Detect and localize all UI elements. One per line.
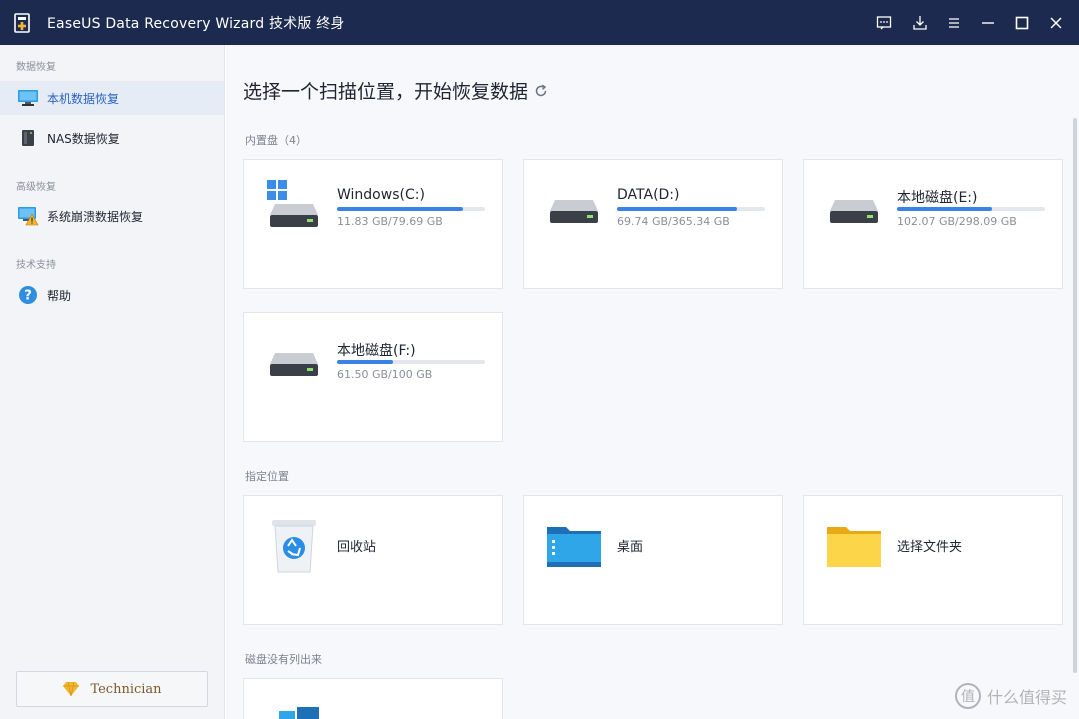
minimize-icon[interactable] [971,0,1005,45]
monitor-icon [17,88,39,108]
location-name: 桌面 [617,540,644,555]
sidebar: 数据恢复 本机数据恢复 NAS数据恢复 高级恢复 系统崩溃数据恢复 技术支持 ?… [0,45,225,719]
svg-text:?: ? [24,289,32,304]
drive-card-e[interactable]: 本地磁盘(E:) 102.07 GB/298.09 GB [803,159,1063,289]
usage-bar-fill [897,207,992,211]
sidebar-item-local-recovery[interactable]: 本机数据恢复 [0,81,224,115]
page-title: 选择一个扫描位置，开始恢复数据 [243,77,548,104]
desktop-folder-icon [546,524,602,572]
drive-name: Windows(C:) [337,187,425,203]
help-icon: ? [17,285,39,305]
drive-card-d[interactable]: DATA(D:) 69.74 GB/365.34 GB [523,159,783,289]
usage-bar-fill [337,360,394,364]
page-title-text: 选择一个扫描位置，开始恢复数据 [243,81,529,103]
section-internal-disks: 内置盘（4） [245,134,307,147]
app-logo-icon [11,12,33,34]
sidebar-item-help[interactable]: ? 帮助 [0,278,224,312]
app-title: EaseUS Data Recovery Wizard 技术版 终身 [47,15,345,32]
hard-drive-icon [829,198,879,228]
sidebar-group-tech-support: 技术支持 [16,260,56,271]
sidebar-item-label: NAS数据恢复 [47,131,120,146]
hard-drive-icon [269,202,319,232]
unlisted-disk-card[interactable] [243,678,503,719]
close-icon[interactable] [1039,0,1073,45]
drive-capacity: 11.83 GB/79.69 GB [337,215,443,228]
sidebar-item-label: 帮助 [47,288,72,303]
location-card-recycle-bin[interactable]: 回收站 [243,495,503,625]
usage-bar-fill [617,207,737,211]
sidebar-item-system-crash-recovery[interactable]: 系统崩溃数据恢复 [0,199,224,233]
download-icon[interactable] [903,0,937,45]
drive-capacity: 69.74 GB/365.34 GB [617,215,730,228]
drive-name: 本地磁盘(F:) [337,343,416,359]
usage-bar-fill [337,207,463,211]
drive-card-f[interactable]: 本地磁盘(F:) 61.50 GB/100 GB [243,312,503,442]
sidebar-item-label: 系统崩溃数据恢复 [47,209,144,224]
system-crash-icon [17,206,39,226]
sidebar-group-advanced-recovery: 高级恢复 [16,182,56,193]
window-controls [867,0,1079,45]
folder-icon [826,524,882,572]
partition-icon [279,706,323,719]
technician-label: Technician [90,681,162,697]
technician-button[interactable]: Technician [16,671,208,707]
feedback-icon[interactable] [867,0,901,45]
watermark-glyph: 值 [954,683,981,709]
usage-bar [337,207,485,211]
location-name: 选择文件夹 [897,540,963,555]
location-name: 回收站 [337,540,377,555]
sidebar-item-nas-recovery[interactable]: NAS数据恢复 [0,121,224,155]
title-bar: EaseUS Data Recovery Wizard 技术版 终身 [0,0,1079,45]
watermark-text: 什么值得买 [986,688,1067,707]
windows-logo-icon [267,180,287,204]
hard-drive-icon [269,351,319,381]
diamond-icon [62,681,80,697]
drive-name: DATA(D:) [617,187,680,203]
usage-bar [337,360,485,364]
hard-drive-icon [549,198,599,228]
location-card-select-folder[interactable]: 选择文件夹 [803,495,1063,625]
main-panel: 选择一个扫描位置，开始恢复数据 内置盘（4） Windows(C:) 11.83… [226,45,1079,719]
location-card-desktop[interactable]: 桌面 [523,495,783,625]
sidebar-group-data-recovery: 数据恢复 [16,62,56,73]
nas-icon [17,128,39,148]
sidebar-item-label: 本机数据恢复 [47,91,120,106]
drive-capacity: 102.07 GB/298.09 GB [897,215,1017,228]
section-specific-location: 指定位置 [245,470,289,483]
recycle-bin-icon [271,518,317,578]
watermark: 值 什么值得买 [954,683,1067,709]
drive-capacity: 61.50 GB/100 GB [337,368,433,381]
section-unlisted-disk: 磁盘没有列出来 [245,653,322,666]
maximize-icon[interactable] [1005,0,1039,45]
menu-icon[interactable] [937,0,971,45]
usage-bar [897,207,1045,211]
scrollbar[interactable] [1073,118,1077,673]
drive-name: 本地磁盘(E:) [897,190,978,206]
refresh-icon[interactable] [534,84,548,98]
usage-bar [617,207,765,211]
drive-card-c[interactable]: Windows(C:) 11.83 GB/79.69 GB [243,159,503,289]
